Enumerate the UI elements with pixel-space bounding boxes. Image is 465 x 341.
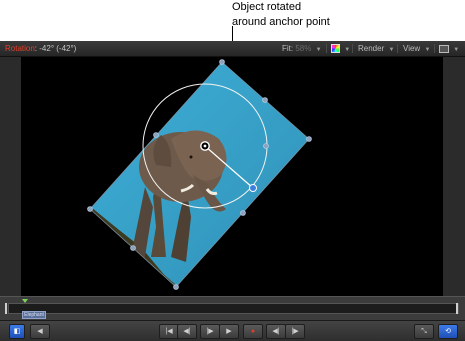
separator — [397, 44, 398, 53]
callout-line-1: Object rotated — [232, 1, 302, 13]
go-to-start-icon: |◀ — [165, 328, 173, 335]
playhead-icon[interactable] — [22, 299, 28, 303]
render-label: Render — [358, 44, 385, 53]
handle-corner-left[interactable] — [87, 206, 93, 212]
handle-corner-bottom[interactable] — [173, 284, 179, 290]
record-button[interactable]: ● — [243, 324, 263, 339]
play-icon: ▶ — [226, 328, 232, 335]
canvas-mode-button[interactable]: ◧ — [9, 324, 25, 339]
play-range-end-handle[interactable] — [456, 303, 458, 314]
parameter-value: -42° (-42°) — [39, 44, 77, 53]
handle-edge-bottom-right[interactable] — [240, 210, 246, 216]
canvas-drawing — [81, 57, 321, 296]
rgb-channels-icon — [331, 44, 340, 54]
play-range-start-handle[interactable] — [5, 303, 7, 314]
canvas-status-bar: Rotation: -42° (-42°) Fit: 58% ▼ ▼ Rende… — [0, 41, 465, 57]
play-button[interactable]: ▶ — [219, 324, 239, 339]
layout-popup[interactable]: ▼ — [439, 41, 459, 56]
chevron-down-icon: ▼ — [344, 47, 351, 53]
handle-edge-bottom-left[interactable] — [130, 245, 136, 251]
chevron-down-icon: ▼ — [453, 47, 460, 53]
previous-button[interactable]: ◀ — [30, 324, 50, 339]
view-popup[interactable]: View ▼ — [403, 41, 430, 56]
fit-zoom-popup[interactable]: Fit: 58% ▼ — [282, 41, 322, 56]
previous-frame-icon: ◀| — [183, 328, 191, 335]
handle-corner-right[interactable] — [306, 136, 312, 142]
full-screen-button[interactable]: ⤡ — [414, 324, 434, 339]
loop-button[interactable]: ⟲ — [438, 324, 458, 339]
parameter-name: Rotation — [5, 44, 35, 53]
handle-edge-top-left[interactable] — [153, 132, 159, 138]
next-frame-icon: |▶ — [206, 328, 214, 335]
next-keyframe-icon: |▶ — [291, 328, 299, 335]
expand-icon: ⤡ — [421, 328, 427, 335]
separator — [352, 44, 353, 53]
annotation-callout: Object rotated around anchor point — [232, 0, 330, 30]
separator — [326, 44, 327, 53]
next-frame-button[interactable]: |▶ — [200, 324, 220, 339]
chevron-down-icon: ▼ — [388, 47, 395, 53]
fit-label: Fit: — [282, 44, 294, 53]
separator — [434, 44, 435, 53]
color-channels-popup[interactable]: ▼ — [331, 41, 350, 56]
callout-line-2: around anchor point — [232, 16, 330, 28]
canvas[interactable] — [21, 57, 443, 296]
record-icon: ● — [250, 328, 256, 335]
go-to-start-button[interactable]: |◀ — [159, 324, 179, 339]
canvas-window: Rotation: -42° (-42°) Fit: 58% ▼ ▼ Rende… — [0, 41, 465, 341]
timeline-clip[interactable]: Elephant — [22, 311, 46, 319]
callout-leader-line — [232, 26, 233, 41]
loop-icon: ⟲ — [445, 328, 451, 335]
mini-timeline: Elephant — [0, 296, 465, 321]
elephant-image[interactable] — [81, 57, 321, 296]
handle-edge-top-right[interactable] — [262, 97, 268, 103]
layers-icon: ◧ — [13, 328, 21, 335]
anchor-point-icon[interactable] — [200, 141, 210, 151]
previous-frame-button[interactable]: ◀| — [177, 324, 197, 339]
chevron-down-icon: ▼ — [315, 47, 322, 53]
rotation-handle[interactable] — [249, 184, 257, 192]
chevron-down-icon: ▼ — [424, 47, 431, 53]
render-popup[interactable]: Render ▼ — [358, 41, 394, 56]
previous-keyframe-icon: ◀| — [272, 328, 280, 335]
view-label: View — [403, 44, 421, 53]
handle-corner-top[interactable] — [219, 59, 225, 65]
next-keyframe-button[interactable]: |▶ — [285, 324, 305, 339]
transport-bar: ◧ ◀ |◀ ◀| |▶ ▶ ● ◀| |▶ ⤡ ⟲ — [0, 320, 465, 341]
canvas-area — [0, 57, 465, 296]
step-back-icon: ◀ — [37, 328, 43, 335]
rotation-circle-handle[interactable] — [263, 143, 269, 149]
previous-keyframe-button[interactable]: ◀| — [266, 324, 286, 339]
fit-value: 58% — [295, 44, 312, 53]
layout-icon — [439, 44, 449, 53]
parameter-readout: Rotation: -42° (-42°) — [5, 44, 77, 53]
timeline-track[interactable] — [8, 303, 459, 314]
